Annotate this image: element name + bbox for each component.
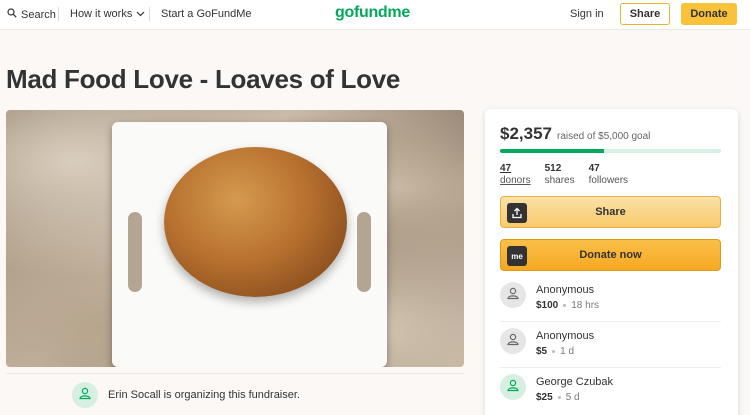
donor-name: Anonymous [536, 284, 595, 296]
user-icon [78, 386, 92, 405]
stat-number: 47 [588, 163, 600, 174]
chevron-down-icon [136, 8, 145, 20]
donation-item: George Czubak $25 5 d [500, 374, 721, 403]
donation-amount: $5 [536, 346, 548, 357]
stat-followers: 47 followers [589, 163, 628, 187]
donor-name: George Czubak [536, 376, 614, 388]
campaign-hero-image [6, 110, 464, 367]
stat-number: 47 [500, 163, 512, 174]
me-icon-text: me [511, 251, 523, 261]
divider [500, 321, 721, 322]
donation-sidebar-card: $2,357 raised of $5,000 goal 47 donors 5… [485, 109, 738, 415]
start-gofundme-link[interactable]: Start a GoFundMe [161, 8, 252, 20]
plate-handle [128, 212, 142, 292]
separator-dot [557, 396, 561, 399]
donation-item: Anonymous $5 1 d [500, 328, 721, 357]
header-share-button[interactable]: Share [620, 3, 670, 25]
donor-icon [506, 286, 520, 305]
organizer-text: Erin Socall is organizing this fundraise… [108, 389, 300, 401]
top-navigation-bar: Search How it works Start a GoFundMe gof… [0, 0, 750, 30]
raised-goal: raised of $5,000 goal [557, 131, 651, 142]
progress-bar-fill [500, 149, 605, 153]
campaign-stats: 47 donors 512 shares 47 followers [500, 163, 628, 187]
bread-loaf [164, 147, 347, 297]
donor-avatar [500, 328, 526, 354]
search-link[interactable]: Search [7, 8, 56, 21]
campaign-title: Mad Food Love - Loaves of Love [6, 64, 401, 94]
raised-amount: $2,357 [500, 124, 552, 143]
plate-handle [357, 212, 371, 292]
stat-label: followers [588, 175, 629, 186]
share-icon [507, 203, 527, 223]
share-button[interactable]: Share [500, 196, 721, 228]
donation-meta: $5 1 d [536, 346, 594, 357]
gofundme-me-icon: me [507, 246, 527, 266]
donor-avatar [500, 282, 526, 308]
divider [6, 373, 464, 374]
sign-in-link[interactable]: Sign in [570, 8, 604, 20]
stat-number: 512 [544, 163, 562, 174]
how-it-works-label: How it works [70, 8, 133, 20]
donation-meta: $25 5 d [536, 392, 613, 403]
nav-divider [58, 7, 59, 21]
donate-now-label: Donate now [579, 249, 642, 261]
how-it-works-menu[interactable]: How it works [70, 8, 145, 20]
search-label: Search [21, 8, 56, 21]
nav-divider [149, 7, 150, 21]
donor-icon [506, 332, 520, 351]
progress-bar [500, 149, 721, 153]
raised-summary: $2,357 raised of $5,000 goal [500, 124, 650, 144]
donation-time: 18 hrs [571, 300, 600, 311]
donation-details: George Czubak $25 5 d [536, 374, 613, 403]
share-button-label: Share [595, 206, 626, 218]
donation-details: Anonymous $100 18 hrs [536, 282, 599, 311]
divider [500, 367, 721, 368]
donation-amount: $100 [536, 300, 559, 311]
donor-name: Anonymous [536, 330, 595, 342]
search-icon [7, 8, 17, 21]
donate-now-button[interactable]: me Donate now [500, 239, 721, 271]
separator-dot [552, 350, 556, 353]
donation-meta: $100 18 hrs [536, 300, 599, 311]
donation-details: Anonymous $5 1 d [536, 328, 594, 357]
donation-time: 5 d [565, 392, 580, 403]
separator-dot [563, 304, 567, 307]
stat-label: donors [500, 175, 531, 186]
stat-donors[interactable]: 47 donors [500, 163, 531, 187]
organizer-row: Erin Socall is organizing this fundraise… [72, 382, 300, 408]
donor-icon [506, 378, 520, 397]
organizer-avatar [72, 382, 98, 408]
header-donate-button[interactable]: Donate [681, 3, 737, 25]
stat-shares: 512 shares [545, 163, 575, 187]
donation-time: 1 d [560, 346, 575, 357]
donation-item: Anonymous $100 18 hrs [500, 282, 721, 311]
gofundme-logo[interactable]: gofundme [335, 4, 410, 22]
donor-avatar [500, 374, 526, 400]
donation-amount: $25 [536, 392, 553, 403]
stat-label: shares [544, 175, 575, 186]
